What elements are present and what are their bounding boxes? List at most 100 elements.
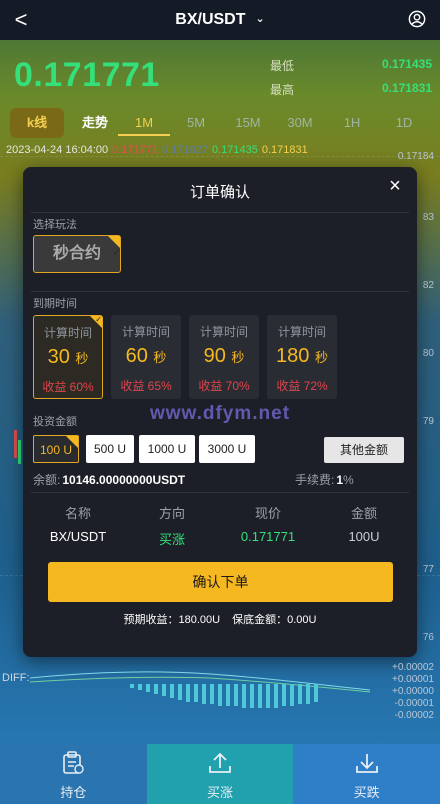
check-corner-icon xyxy=(90,315,102,328)
amount-option[interactable]: 1000 U xyxy=(139,435,195,463)
order-price: 0.171771 xyxy=(240,529,296,544)
axis-label: 76 xyxy=(422,632,434,643)
diff-axis-label: +0.00001 xyxy=(392,674,434,685)
upload-arrow-icon xyxy=(209,752,231,773)
diff-label: DIFF: xyxy=(2,672,30,684)
table-header: 现价 xyxy=(254,506,281,521)
timeframe-tab[interactable]: 15M xyxy=(222,110,274,136)
expiry-label: 到期时间 xyxy=(33,298,77,310)
order-direction: 买涨 xyxy=(158,532,185,547)
check-corner-icon xyxy=(108,235,120,271)
top-bar: < BX/USDT ⌄ xyxy=(0,0,440,40)
holdings-button[interactable]: 持仓 xyxy=(0,744,147,804)
ohlc-high: 0.171831 xyxy=(261,144,308,156)
time-option-label: 计算时间 xyxy=(277,325,326,339)
tab-kline[interactable]: k线 xyxy=(10,108,64,138)
balance: 余额: 10146.00000000USDT xyxy=(33,471,185,488)
diff-axis-label: +0.00002 xyxy=(392,662,434,673)
low-value: 0.171435 xyxy=(381,57,432,71)
fee-unit: % xyxy=(343,473,354,487)
other-amount-button[interactable]: 其他金额 xyxy=(324,437,404,463)
time-option-value: 60 秒 xyxy=(125,345,167,367)
axis-label: 0.17184 xyxy=(397,151,434,162)
close-icon[interactable]: × xyxy=(385,175,405,198)
bottom-action-bar: 持仓 买涨 买跌 xyxy=(0,744,440,804)
fee: 手续费: 1% xyxy=(295,471,354,488)
time-option-profit: 收益 65% xyxy=(120,379,172,393)
high-label: 最高 xyxy=(270,83,295,97)
low-label: 最低 xyxy=(270,59,295,73)
chart-type-tabs: k线 走势 xyxy=(10,108,122,138)
ohlc-close: 0.171827 xyxy=(162,144,208,156)
candle xyxy=(18,440,21,464)
pair-selector[interactable]: BX/USDT ⌄ xyxy=(0,11,440,29)
fee-label: 手续费: xyxy=(295,473,335,487)
time-option-value: 90 秒 xyxy=(203,345,245,367)
axis-label: 77 xyxy=(422,564,434,575)
order-summary: 预期收益：180.00U 保底金额：0.00U xyxy=(23,611,417,627)
chevron-down-icon: ⌄ xyxy=(255,13,265,25)
buy-up-label: 买涨 xyxy=(207,785,234,800)
amount-option[interactable]: 3000 U xyxy=(199,435,255,463)
current-price: 0.171771 xyxy=(14,56,160,94)
candle xyxy=(14,430,17,458)
watermark: www.dfym.net xyxy=(149,403,291,424)
divider xyxy=(31,492,409,493)
timeframe-tab[interactable]: 1D xyxy=(378,110,430,136)
balance-label: 余额: xyxy=(33,473,61,487)
time-option[interactable]: 计算时间 30 秒 收益 60% xyxy=(33,315,103,399)
modal-title: 订单确认 xyxy=(189,184,250,201)
axis-label: 82 xyxy=(422,280,434,291)
timeframe-tab[interactable]: 1H xyxy=(326,110,378,136)
time-option-profit: 收益 70% xyxy=(198,379,250,393)
high-value: 0.171831 xyxy=(381,81,432,95)
ohlc-open: 0.171771 xyxy=(112,144,159,156)
download-arrow-icon xyxy=(355,754,378,773)
order-amount: 100U xyxy=(348,529,380,544)
time-option-value: 180 秒 xyxy=(276,345,328,367)
timeframe-tab[interactable]: 1M xyxy=(118,110,170,136)
diff-axis-label: -0.00001 xyxy=(394,698,434,709)
ohlc-readout: 2023-04-24 16:04:00 0.171771 0.171827 0.171… xyxy=(6,144,308,156)
pair-title: BX/USDT xyxy=(175,11,246,28)
timeframe-tab[interactable]: 30M xyxy=(274,110,326,136)
margin-amount: 保底金额：0.00U xyxy=(232,614,317,626)
table-header: 金额 xyxy=(350,506,377,521)
table-header: 方向 xyxy=(158,506,185,521)
buy-up-button[interactable]: 买涨 xyxy=(146,744,294,804)
select-mode-label: 选择玩法 xyxy=(33,219,77,231)
amount-option[interactable]: 500 U xyxy=(86,435,134,463)
diff-axis-label: +0.00000 xyxy=(392,686,434,697)
time-option-profit: 收益 72% xyxy=(276,379,328,393)
time-option-label: 计算时间 xyxy=(199,325,248,339)
axis-label: 80 xyxy=(422,348,434,359)
mode-label: 秒合约 xyxy=(52,245,101,262)
table-header: 名称 xyxy=(64,506,91,521)
divider xyxy=(31,291,409,292)
order-pair: BX/USDT xyxy=(49,529,107,544)
order-confirm-modal: 订单确认 × 选择玩法 秒合约 到期时间 计算时间 30 秒 收益 60% 计算… xyxy=(23,167,417,657)
diff-axis-label: -0.00002 xyxy=(394,710,434,721)
holdings-label: 持仓 xyxy=(60,785,87,800)
ohlc-low: 0.171435 xyxy=(211,144,258,156)
time-option-value: 30 秒 xyxy=(47,346,89,368)
axis-label: 83 xyxy=(422,212,434,223)
grid-line xyxy=(0,156,440,157)
time-option[interactable]: 计算时间 180 秒 收益 72% xyxy=(267,315,337,399)
ohlc-datetime: 2023-04-24 16:04:00 xyxy=(6,144,109,156)
time-option[interactable]: 计算时间 90 秒 收益 70% xyxy=(189,315,259,399)
user-icon[interactable] xyxy=(408,10,426,28)
buy-down-button[interactable]: 买跌 xyxy=(293,744,440,804)
buy-down-label: 买跌 xyxy=(353,785,380,800)
tab-trend[interactable]: 走势 xyxy=(68,108,122,138)
confirm-order-button[interactable]: 确认下单 xyxy=(48,562,393,602)
timeframe-tab[interactable]: 5M xyxy=(170,110,222,136)
holdings-icon xyxy=(63,751,85,774)
macd-histogram xyxy=(30,671,370,708)
time-option-profit: 收益 60% xyxy=(42,380,94,394)
divider xyxy=(31,212,409,213)
time-option[interactable]: 计算时间 60 秒 收益 65% xyxy=(111,315,181,399)
mode-option[interactable]: 秒合约 xyxy=(33,235,121,273)
check-corner-icon xyxy=(66,435,78,463)
amount-option[interactable]: 100 U xyxy=(33,435,79,463)
